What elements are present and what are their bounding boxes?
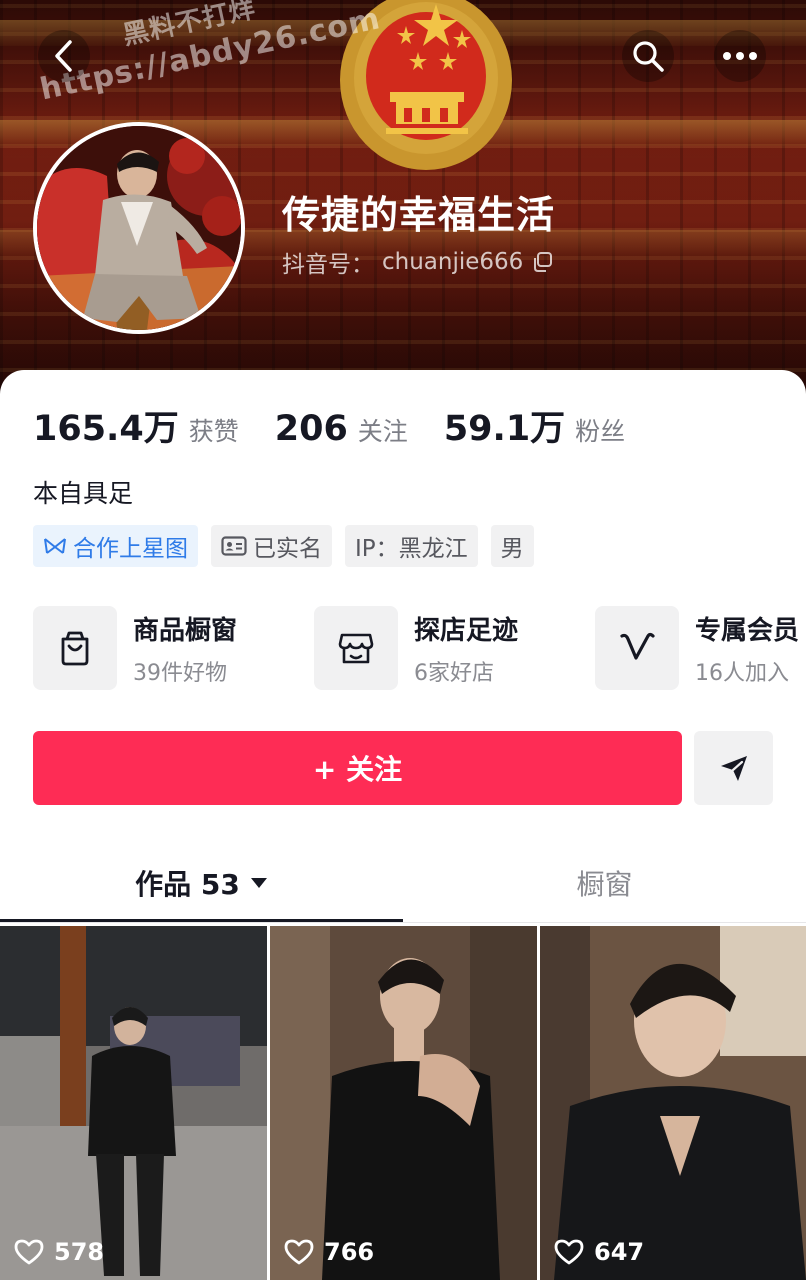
share-button[interactable]: [694, 731, 773, 805]
video-1-likes: 578: [14, 1238, 104, 1266]
stat-likes-value: 165.4万: [33, 409, 179, 449]
feature-store-visits[interactable]: 探店足迹 6家好店: [314, 606, 518, 690]
video-thumbnail-2[interactable]: 766: [270, 926, 537, 1280]
feature-membership-title: 专属会员: [695, 615, 800, 646]
stat-followers[interactable]: 59.1万 粉丝: [444, 400, 625, 451]
follow-button[interactable]: + 关注: [33, 731, 682, 805]
feature-membership-subtitle: 16人加入: [695, 660, 789, 686]
video-3-likes: 647: [554, 1238, 644, 1266]
tag-ip-label: IP：黑龙江: [355, 536, 468, 562]
chevron-left-icon: [55, 40, 72, 72]
douyin-id-value: chuanjie666: [382, 249, 524, 275]
tag-row: 合作上星图 已实名 IP：黑龙江 男: [33, 525, 534, 567]
feature-membership[interactable]: 专属会员 16人加入: [595, 606, 799, 690]
douyin-id-row[interactable]: 抖音号： chuanjie666: [282, 245, 553, 279]
stat-followers-label: 粉丝: [575, 417, 626, 446]
id-card-icon: [221, 536, 247, 556]
star-map-icon: [44, 538, 66, 554]
nickname: 传捷的幸福生活: [282, 193, 556, 237]
feature-shop-window-title: 商品橱窗: [133, 615, 238, 646]
store-icon: [338, 633, 374, 664]
video-2-likes: 766: [284, 1238, 374, 1266]
tag-gender-label: 男: [500, 536, 524, 562]
video-3-likes-count: 647: [594, 1238, 645, 1266]
stat-following-label: 关注: [357, 417, 408, 446]
more-button[interactable]: [714, 30, 766, 82]
search-icon: [633, 41, 664, 72]
tab-works-label: 作品 53: [135, 868, 240, 901]
tag-gender: 男: [490, 525, 534, 567]
search-button[interactable]: [622, 30, 674, 82]
caret-down-icon: [250, 878, 267, 888]
feature-entries: 商品橱窗 39件好物 探店足迹 6家好店 专属会员 16人加入: [33, 606, 806, 692]
v-badge-icon: [620, 632, 655, 660]
stat-following-value: 206: [274, 409, 348, 449]
heart-icon: [14, 1239, 44, 1265]
tab-works[interactable]: 作品 53: [0, 848, 403, 918]
stat-likes-label: 获赞: [188, 417, 239, 446]
heart-icon: [284, 1239, 314, 1265]
stat-following[interactable]: 206 关注: [275, 409, 408, 449]
video-thumbnail-3[interactable]: 647: [540, 926, 806, 1280]
copy-icon[interactable]: [531, 251, 553, 273]
tag-ip-location: IP：黑龙江: [345, 525, 478, 567]
shopping-bag-icon: [61, 631, 89, 666]
tag-star-map-label: 合作上星图: [73, 536, 188, 562]
tab-divider: [0, 922, 806, 923]
feature-shop-window-subtitle: 39件好物: [133, 660, 227, 686]
follow-button-label: + 关注: [312, 753, 403, 786]
feature-store-visits-title: 探店足迹: [414, 615, 519, 646]
send-icon: [720, 756, 747, 781]
video-1-likes-count: 578: [54, 1238, 105, 1266]
video-grid: 578 766 647: [0, 926, 806, 1280]
stats-row: 165.4万 获赞 206 关注 59.1万 粉丝: [33, 400, 661, 451]
tag-star-map[interactable]: 合作上星图: [33, 525, 198, 567]
tag-verified[interactable]: 已实名: [211, 525, 332, 567]
heart-icon: [554, 1239, 584, 1265]
stat-likes[interactable]: 165.4万 获赞: [33, 400, 239, 451]
feature-shop-window[interactable]: 商品橱窗 39件好物: [33, 606, 237, 690]
content-tabs: 作品 53 橱窗: [0, 848, 806, 922]
video-2-likes-count: 766: [324, 1238, 375, 1266]
stat-followers-value: 59.1万: [443, 409, 566, 449]
douyin-id-label: 抖音号：: [282, 252, 374, 278]
bio-text: 本自具足: [33, 479, 134, 508]
video-thumbnail-1[interactable]: 578: [0, 926, 267, 1280]
tag-verified-label: 已实名: [253, 536, 322, 562]
tab-shop-window[interactable]: 橱窗: [403, 848, 806, 918]
back-button[interactable]: [38, 30, 90, 82]
tab-shop-window-label: 橱窗: [576, 868, 633, 901]
feature-store-visits-subtitle: 6家好店: [414, 660, 494, 686]
more-dots-icon: [723, 52, 757, 60]
profile-header-banner: 黑料不打烊 https://abdy26.com 传捷的幸福生活 抖音号： chu…: [0, 0, 806, 400]
avatar[interactable]: [33, 122, 245, 334]
